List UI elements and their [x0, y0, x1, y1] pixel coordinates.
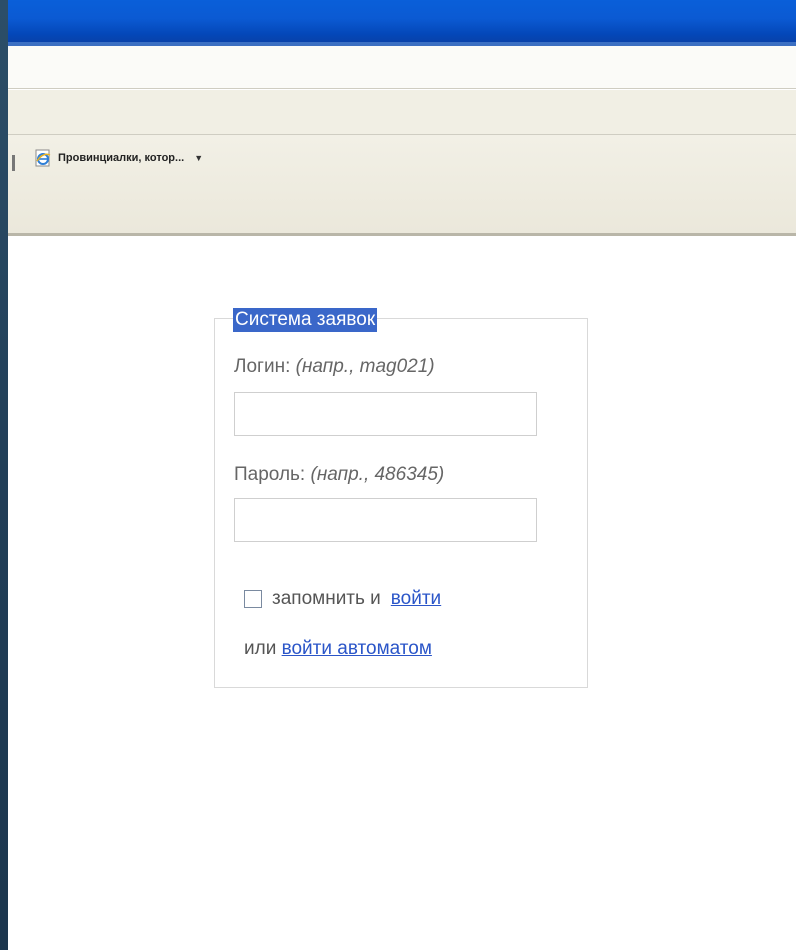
login-legend: Система заявок [233, 308, 378, 332]
password-hint: (напр., 486345) [310, 464, 445, 485]
favorites-bar: Провинциалки, котор... ▼ [8, 135, 796, 236]
login-hint: (напр., mag021) [295, 356, 435, 377]
chevron-down-icon[interactable]: ▼ [194, 153, 203, 163]
password-label-text: Пароль: [234, 464, 306, 485]
login-label-text: Логин: [234, 356, 291, 377]
toolbar-separator [12, 155, 15, 171]
favorite-link-label: Провинциалки, котор... [58, 152, 185, 164]
toolbar[interactable] [8, 89, 796, 136]
auto-login-link[interactable]: войти автоматом [282, 638, 432, 659]
password-label: Пароль: (напр., 486345) [234, 464, 444, 486]
browser-window: Провинциалки, котор... ▼ Система заявок … [8, 0, 796, 950]
remember-checkbox[interactable] [244, 590, 262, 608]
login-label: Логин: (напр., mag021) [234, 356, 435, 378]
remember-row: запомнить и войти [244, 588, 441, 610]
menu-bar[interactable] [8, 46, 796, 89]
or-text: или [244, 638, 277, 659]
password-input[interactable] [234, 498, 537, 542]
login-input[interactable] [234, 392, 537, 436]
login-link[interactable]: войти [391, 588, 441, 610]
ie-page-icon [34, 149, 52, 167]
title-bar[interactable] [8, 0, 796, 46]
favorite-link[interactable]: Провинциалки, котор... ▼ [34, 149, 203, 167]
auto-login-row: или войти автоматом [244, 638, 432, 660]
remember-text: запомнить и [272, 588, 381, 609]
